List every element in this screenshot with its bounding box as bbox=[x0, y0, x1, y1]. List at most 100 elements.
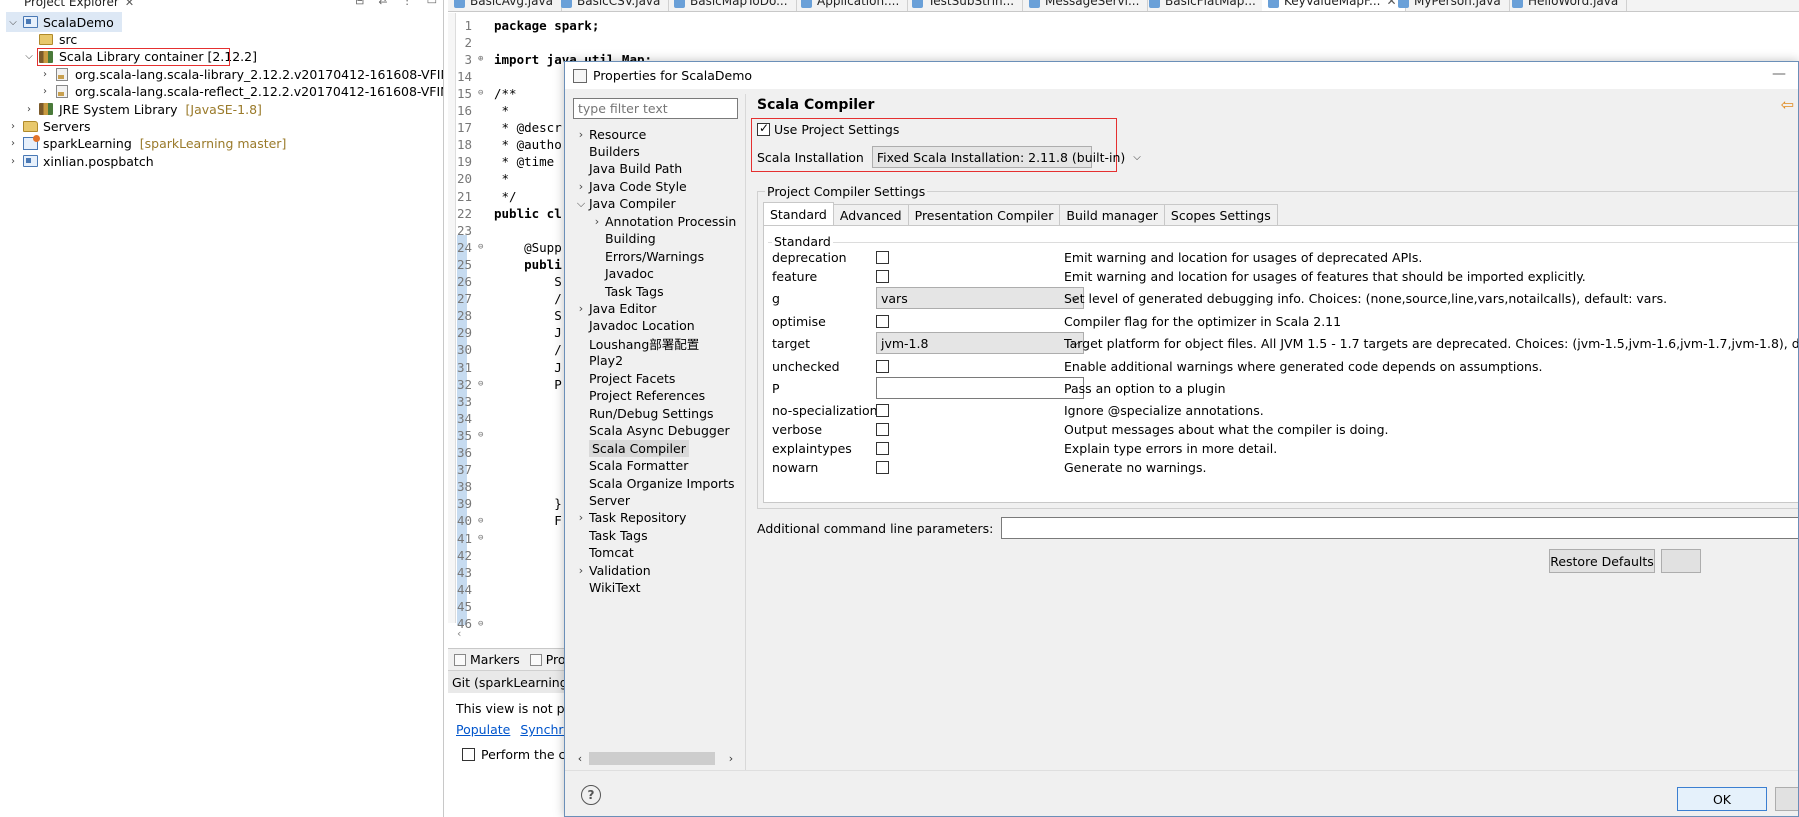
settings-tab[interactable]: Scopes Settings bbox=[1163, 204, 1278, 225]
settings-tab[interactable]: Standard bbox=[763, 202, 834, 225]
nav-item[interactable]: WikiText bbox=[573, 578, 641, 598]
expand-toggle-icon[interactable]: › bbox=[6, 138, 20, 149]
settings-tab[interactable]: Advanced bbox=[832, 204, 909, 225]
editor-tab[interactable]: MessageServi... bbox=[1023, 0, 1149, 11]
setting-select[interactable]: vars ⌵ bbox=[876, 287, 1084, 309]
tree-item[interactable]: › xinlian.pospbatch bbox=[6, 151, 162, 171]
editor-tab-label: Application.... bbox=[817, 0, 900, 8]
setting-name: deprecation bbox=[772, 249, 847, 265]
editor-tab[interactable]: KeyValueMapF... ✕ bbox=[1262, 0, 1406, 11]
expand-toggle-icon[interactable]: › bbox=[573, 511, 589, 524]
nav-item-label: Task Tags bbox=[589, 527, 648, 543]
nav-horizontal-scrollbar[interactable]: ‹ › bbox=[573, 750, 738, 767]
tab-markers[interactable]: Markers bbox=[454, 652, 520, 667]
code-text: S bbox=[494, 274, 562, 289]
apply-button[interactable] bbox=[1661, 549, 1701, 573]
code-text: / bbox=[494, 342, 562, 358]
perform-option[interactable]: Perform the ch bbox=[448, 737, 568, 762]
fold-toggle-icon[interactable]: ⊖ bbox=[478, 430, 488, 440]
chevron-down-icon: ⌵ bbox=[1133, 151, 1141, 163]
line-number: 38 bbox=[456, 479, 472, 495]
minimize-icon[interactable]: ▭ bbox=[427, 0, 437, 7]
setting-checkbox[interactable] bbox=[876, 441, 889, 455]
tree-item-label: org.scala-lang.scala-library_2.12.2.v201… bbox=[75, 66, 444, 82]
editor-tab[interactable]: BasicCSV.java bbox=[555, 0, 670, 11]
tab-properties[interactable]: Pro bbox=[529, 652, 566, 667]
setting-checkbox[interactable] bbox=[876, 314, 889, 328]
expand-toggle-icon[interactable]: ⌵ bbox=[6, 17, 20, 28]
setting-checkbox[interactable] bbox=[876, 460, 889, 474]
expand-toggle-icon[interactable]: › bbox=[573, 564, 589, 577]
expand-toggle-icon[interactable]: › bbox=[573, 302, 589, 315]
collapse-all-icon[interactable]: ⊟ bbox=[355, 0, 364, 7]
fold-toggle-icon[interactable]: ⊖ bbox=[478, 242, 488, 252]
editor-tab[interactable]: Application.... bbox=[795, 0, 909, 11]
expand-toggle-icon[interactable]: › bbox=[38, 86, 52, 97]
line-number: 29 bbox=[456, 325, 472, 341]
restore-defaults-button[interactable]: Restore Defaults bbox=[1549, 549, 1655, 573]
fold-toggle-icon[interactable]: ⊖ bbox=[478, 88, 488, 98]
help-icon[interactable]: ? bbox=[581, 785, 601, 805]
code-text: * @autho bbox=[494, 137, 562, 153]
setting-checkbox[interactable] bbox=[876, 422, 889, 436]
view-menu-icon[interactable]: ⋮ bbox=[402, 0, 413, 7]
scroll-right-icon[interactable]: › bbox=[724, 752, 738, 765]
setting-text-input[interactable] bbox=[876, 377, 1084, 399]
tab-markers-label: Markers bbox=[470, 652, 520, 667]
expand-toggle-icon[interactable]: ⌵ bbox=[573, 197, 589, 211]
line-number: 14 bbox=[456, 68, 472, 84]
setting-checkbox[interactable] bbox=[876, 250, 889, 264]
setting-name: unchecked bbox=[772, 358, 840, 374]
nav-divider[interactable] bbox=[745, 94, 746, 774]
settings-tab[interactable]: Presentation Compiler bbox=[907, 204, 1061, 225]
additional-params-input[interactable] bbox=[1001, 517, 1798, 539]
use-project-settings[interactable]: Use Project Settings bbox=[757, 121, 899, 137]
fold-toggle-icon[interactable]: ⊕ bbox=[478, 54, 488, 64]
installation-select[interactable]: Fixed Scala Installation: 2.11.8 (built-… bbox=[871, 146, 1141, 168]
setting-select-value: jvm-1.8 bbox=[881, 335, 929, 351]
editor-tab-label: BasicCSV.java bbox=[577, 0, 661, 8]
setting-name: optimise bbox=[772, 313, 826, 329]
expand-toggle-icon[interactable]: ⌵ bbox=[22, 51, 36, 62]
setting-name: feature bbox=[772, 268, 818, 284]
use-project-settings-checkbox[interactable] bbox=[757, 121, 770, 136]
close-icon[interactable]: ✕ bbox=[125, 0, 134, 9]
fold-toggle-icon[interactable]: ⊖ bbox=[478, 379, 488, 389]
ok-button[interactable]: OK bbox=[1677, 787, 1767, 811]
populate-link[interactable]: Populate bbox=[456, 722, 510, 737]
scroll-left-icon[interactable]: ‹ bbox=[573, 752, 587, 765]
expand-toggle-icon[interactable]: › bbox=[6, 121, 20, 132]
fold-toggle-icon[interactable]: ⊖ bbox=[478, 516, 488, 526]
minimize-icon[interactable]: — bbox=[1772, 66, 1786, 82]
editor-tab[interactable]: BasicFlatMap... bbox=[1143, 0, 1265, 11]
synchronize-link[interactable]: Synchron bbox=[520, 722, 568, 737]
perform-checkbox[interactable] bbox=[462, 748, 475, 761]
settings-tab[interactable]: Build manager bbox=[1059, 204, 1165, 225]
editor-tab[interactable]: BasicAvg.java bbox=[448, 0, 562, 11]
fold-toggle-icon[interactable]: ⊖ bbox=[478, 533, 488, 543]
scroll-thumb[interactable] bbox=[589, 752, 715, 765]
expand-toggle-icon[interactable]: › bbox=[573, 180, 589, 193]
nav-item-label: Project References bbox=[589, 388, 706, 404]
link-editor-icon[interactable]: ⇄ bbox=[378, 0, 387, 7]
editor-tab[interactable]: BasicMapToDo... bbox=[668, 0, 797, 11]
editor-tab[interactable]: TestSubStrin... bbox=[906, 0, 1024, 11]
setting-select[interactable]: jvm-1.8 ⌵ bbox=[876, 332, 1084, 354]
editor-tab[interactable]: MyPerson.java bbox=[1392, 0, 1510, 11]
setting-checkbox[interactable] bbox=[876, 269, 889, 283]
expand-toggle-icon[interactable]: › bbox=[22, 104, 36, 115]
scroll-left-icon[interactable]: ‹ bbox=[457, 627, 461, 640]
filter-input[interactable] bbox=[573, 98, 738, 119]
expand-toggle-icon[interactable]: › bbox=[6, 156, 20, 167]
line-number: 44 bbox=[456, 581, 472, 597]
editor-horizontal-scrollbar[interactable]: ‹ bbox=[457, 625, 577, 641]
editor-tab[interactable]: HelloWord.java bbox=[1506, 0, 1628, 11]
bottom-tabs: Markers Pro bbox=[448, 649, 568, 671]
setting-checkbox[interactable] bbox=[876, 403, 889, 417]
expand-toggle-icon[interactable]: › bbox=[38, 69, 52, 80]
expand-toggle-icon[interactable]: › bbox=[589, 215, 605, 228]
cancel-button[interactable] bbox=[1775, 787, 1798, 811]
setting-checkbox[interactable] bbox=[876, 359, 889, 373]
back-arrow-icon[interactable]: ⇦ bbox=[1781, 95, 1794, 114]
expand-toggle-icon[interactable]: › bbox=[573, 128, 589, 141]
